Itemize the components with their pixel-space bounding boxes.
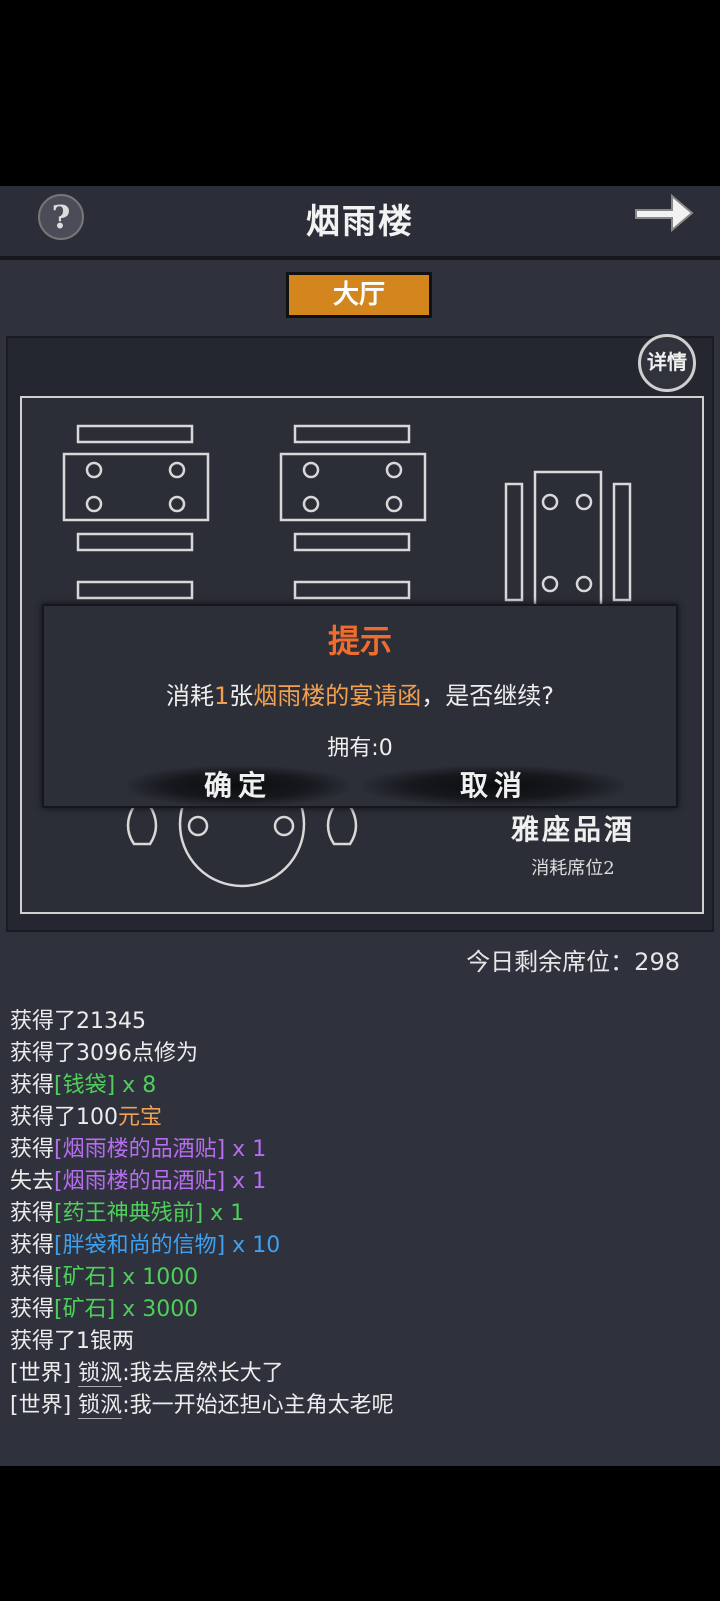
log-line: 获得了21345: [10, 1009, 146, 1034]
table-1[interactable]: [62, 424, 210, 600]
msg-count: 1: [213, 682, 230, 710]
msg-pre: 消耗: [165, 682, 214, 710]
header-bar: ? 烟雨楼: [0, 186, 720, 260]
log-line: 获得[矿石] x 1000: [10, 1265, 199, 1290]
details-button[interactable]: 详情: [638, 334, 696, 392]
log-line: 获得[矿石] x 3000: [10, 1297, 199, 1322]
tab-hall[interactable]: 大厅: [286, 272, 432, 318]
log-line: [世界] 锁沨:我一开始还担心主角太老呢: [10, 1393, 394, 1419]
log-line: 获得了3096点修为: [10, 1041, 198, 1066]
arrow-right-icon[interactable]: [632, 188, 696, 238]
private-room-option[interactable]: 雅座品酒 消耗席位2: [468, 808, 678, 880]
log-item[interactable]: 元宝: [118, 1105, 162, 1130]
log-line: 获得[药王神典残前] x 1: [10, 1201, 245, 1226]
owned-count: 拥有:0: [327, 736, 393, 761]
log-username[interactable]: 锁沨: [78, 1361, 123, 1387]
log-username[interactable]: 锁沨: [78, 1393, 123, 1419]
confirm-button[interactable]: 确定: [128, 766, 348, 806]
table-2[interactable]: [279, 424, 427, 600]
log-item[interactable]: [药王神典残前]: [54, 1201, 203, 1226]
dialog-message: 消耗1张烟雨楼的宴请函，是否继续?: [44, 676, 676, 711]
msg-question: ，是否继续?: [421, 682, 555, 710]
log-line: 获得[烟雨楼的品酒贴] x 1: [10, 1137, 267, 1162]
log-item[interactable]: [烟雨楼的品酒贴]: [54, 1169, 225, 1194]
msg-item: 烟雨楼的宴请函: [253, 682, 422, 710]
dialog-title: 提示: [327, 622, 392, 660]
cancel-button[interactable]: 取消: [364, 766, 624, 806]
message-log: 获得了21345 获得了3096点修为 获得[钱袋] x 8 获得了100元宝获得[烟…: [10, 1006, 710, 1466]
page-title: 烟雨楼: [306, 202, 414, 242]
remaining-seats: 今日剩余席位：298: [466, 948, 680, 976]
log-item[interactable]: [矿石]: [54, 1297, 115, 1322]
log-line: 获得[钱袋] x 8: [10, 1073, 157, 1098]
msg-unit: 张: [229, 682, 254, 710]
private-room-cost: 消耗席位2: [531, 858, 615, 879]
private-room-name: 雅座品酒: [510, 813, 635, 846]
table-3[interactable]: [504, 470, 632, 618]
log-line: 获得[胖袋和尚的信物] x 10: [10, 1233, 281, 1258]
log-item[interactable]: [胖袋和尚的信物]: [54, 1233, 225, 1258]
log-line: 失去[烟雨楼的品酒贴] x 1: [10, 1169, 267, 1194]
log-item[interactable]: [烟雨楼的品酒贴]: [54, 1137, 225, 1162]
confirm-dialog: 提示 消耗1张烟雨楼的宴请函，是否继续? 拥有:0 确定 取消: [42, 604, 678, 808]
log-line: [世界] 锁沨:我去居然长大了: [10, 1361, 284, 1387]
log-line: 获得了100元宝: [10, 1105, 163, 1130]
log-item[interactable]: [矿石]: [54, 1265, 115, 1290]
app-screen: ? 烟雨楼 大厅 详情 雅座品酒 消耗席位2 今日剩余席位：298 提示 消耗1…: [0, 186, 720, 1466]
log-item[interactable]: [钱袋]: [54, 1073, 115, 1098]
log-line: 获得了1银两: [10, 1329, 134, 1354]
